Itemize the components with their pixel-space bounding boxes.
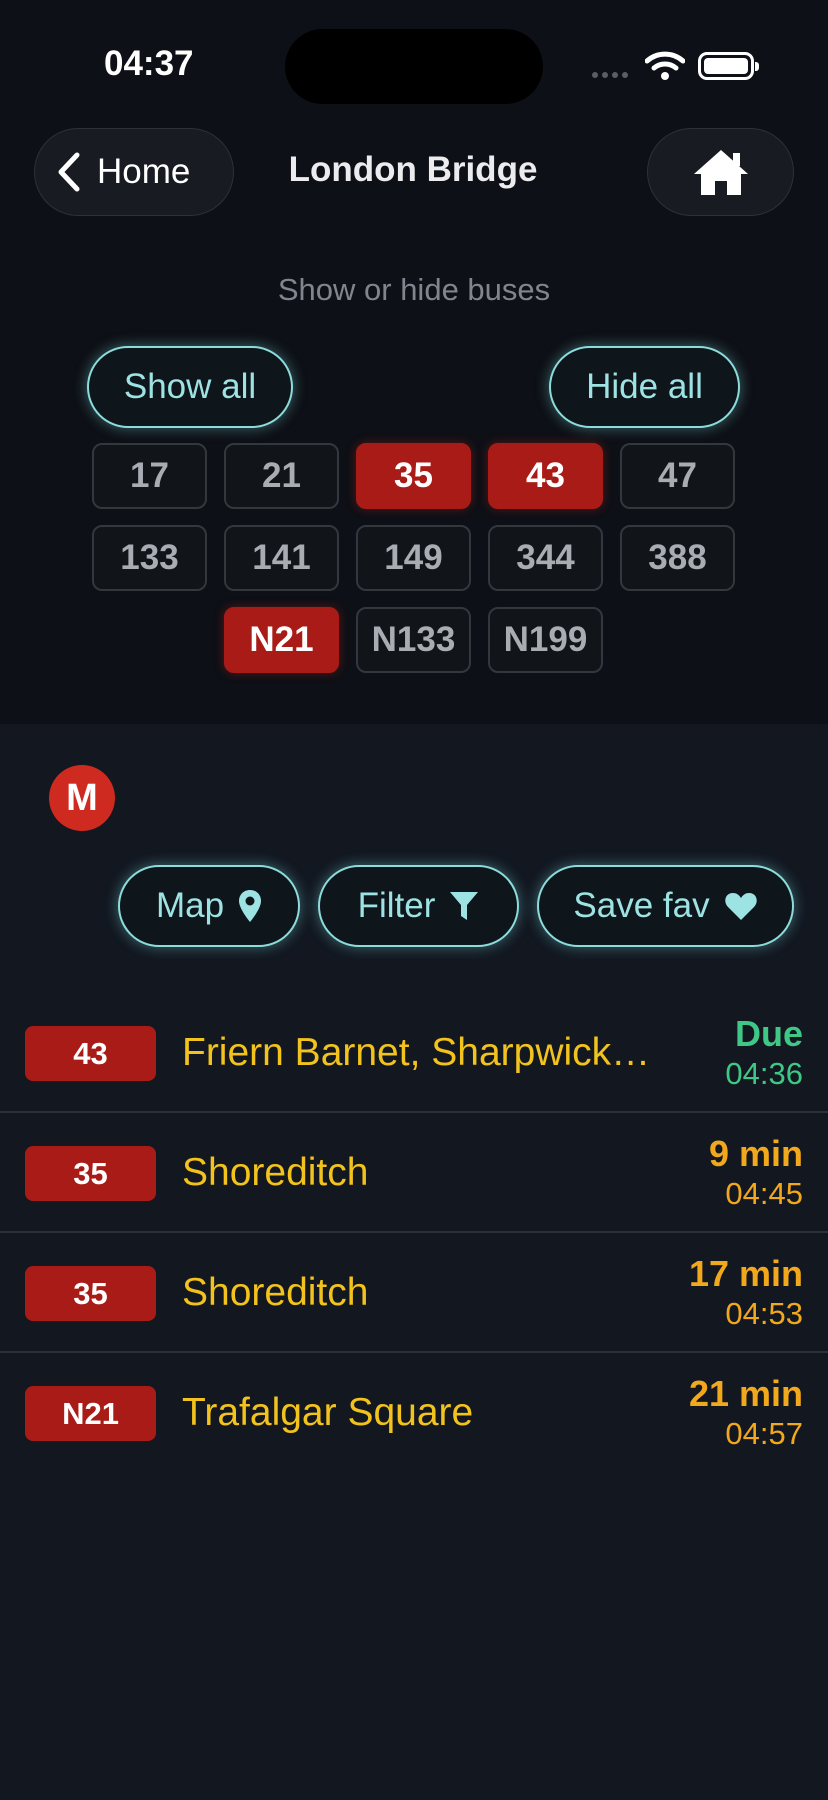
filter-funnel-icon: [450, 892, 479, 920]
header-panel: 04:37 Home London Bridge Show or hide bu…: [0, 0, 828, 724]
destination-text: Shoreditch: [182, 1151, 369, 1194]
destination-text: Shoreditch: [182, 1271, 369, 1314]
route-toggle-344[interactable]: 344: [488, 525, 603, 591]
departure-time: 04:57: [725, 1416, 803, 1451]
eta-text: 9 min: [708, 1133, 803, 1174]
route-toggle-17[interactable]: 17: [92, 443, 207, 509]
route-badge: 35: [25, 1146, 156, 1201]
home-button[interactable]: [647, 128, 794, 216]
page-title: London Bridge: [288, 150, 538, 189]
departure-row[interactable]: 43 Friern Barnet, Sharpwick… Due 04:36: [0, 993, 828, 1113]
departure-time: 04:36: [725, 1056, 803, 1091]
map-button[interactable]: Map: [118, 865, 300, 947]
hide-all-button[interactable]: Hide all: [549, 346, 740, 428]
chevron-left-icon: [58, 152, 80, 192]
departure-row[interactable]: 35 Shoreditch 9 min 04:45: [0, 1113, 828, 1233]
destination-text: Friern Barnet, Sharpwick…: [182, 1031, 651, 1074]
filter-label: Filter: [357, 886, 436, 925]
route-toggle-35[interactable]: 35: [356, 443, 471, 509]
save-fav-label: Save fav: [573, 886, 710, 925]
home-icon: [693, 150, 748, 195]
back-button[interactable]: Home: [34, 128, 234, 216]
status-time: 04:37: [104, 44, 194, 83]
show-all-button[interactable]: Show all: [87, 346, 293, 428]
departure-time: 04:45: [725, 1176, 803, 1211]
route-toggle-133[interactable]: 133: [92, 525, 207, 591]
route-toggle-43[interactable]: 43: [488, 443, 603, 509]
route-badge: 35: [25, 1266, 156, 1321]
show-all-label: Show all: [123, 367, 257, 406]
signal-icon: [592, 72, 628, 78]
route-toggle-n133[interactable]: N133: [356, 607, 471, 673]
filter-button[interactable]: Filter: [318, 865, 519, 947]
destination-text: Trafalgar Square: [182, 1391, 474, 1434]
route-toggle-141[interactable]: 141: [224, 525, 339, 591]
departure-time: 04:53: [725, 1296, 803, 1331]
map-pin-icon: [239, 890, 262, 922]
route-toggle-47[interactable]: 47: [620, 443, 735, 509]
eta-text: 21 min: [688, 1373, 803, 1414]
route-badge: 43: [25, 1026, 156, 1081]
hide-all-label: Hide all: [586, 367, 703, 406]
eta-text: Due: [734, 1013, 803, 1054]
dynamic-island: [285, 29, 543, 104]
route-toggle-21[interactable]: 21: [224, 443, 339, 509]
route-toggle-388[interactable]: 388: [620, 525, 735, 591]
stop-letter-badge: M: [49, 765, 115, 831]
route-toggle-n199[interactable]: N199: [488, 607, 603, 673]
battery-icon: [698, 52, 759, 80]
departure-row[interactable]: 35 Shoreditch 17 min 04:53: [0, 1233, 828, 1353]
filter-subtitle: Show or hide buses: [277, 272, 551, 307]
route-badge: N21: [25, 1386, 156, 1441]
map-label: Map: [155, 886, 225, 925]
route-toggle-n21[interactable]: N21: [224, 607, 339, 673]
wifi-icon: [645, 51, 685, 80]
route-toggle-149[interactable]: 149: [356, 525, 471, 591]
eta-text: 17 min: [688, 1253, 803, 1294]
save-fav-button[interactable]: Save fav: [537, 865, 794, 947]
departure-row[interactable]: N21 Trafalgar Square 21 min 04:57: [0, 1353, 828, 1473]
heart-icon: [724, 893, 757, 920]
back-button-label: Home: [97, 152, 191, 191]
